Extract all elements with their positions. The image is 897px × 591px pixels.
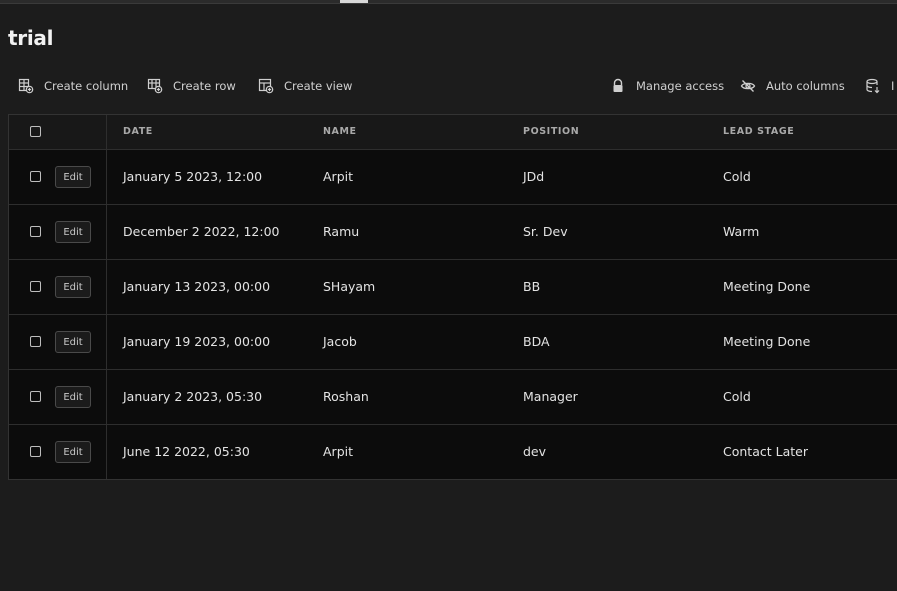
row-checkbox[interactable]	[30, 171, 41, 182]
active-tab-indicator	[340, 0, 368, 3]
edit-row-button[interactable]: Edit	[55, 276, 91, 298]
table-row: Edit January 5 2023, 12:00 Arpit JDd Col…	[9, 150, 897, 205]
cell-lead-stage[interactable]: Cold	[723, 389, 751, 404]
cell-lead-stage[interactable]: Cold	[723, 169, 751, 184]
cell-date[interactable]: December 2 2022, 12:00	[123, 224, 280, 239]
import-label: I	[891, 79, 895, 93]
column-header-name[interactable]: NAME	[323, 126, 357, 137]
auto-columns-button[interactable]: Auto columns	[740, 74, 845, 98]
column-header-position[interactable]: POSITION	[523, 126, 579, 137]
import-icon	[866, 78, 880, 94]
cell-name[interactable]: Arpit	[323, 169, 353, 184]
edit-row-button[interactable]: Edit	[55, 221, 91, 243]
create-row-icon	[147, 78, 163, 94]
create-view-button[interactable]: Create view	[258, 74, 352, 98]
top-bar	[0, 0, 897, 4]
row-checkbox[interactable]	[30, 226, 41, 237]
edit-row-button[interactable]: Edit	[55, 166, 91, 188]
row-checkbox[interactable]	[30, 281, 41, 292]
import-button[interactable]: I	[865, 74, 894, 98]
edit-row-button[interactable]: Edit	[55, 331, 91, 353]
cell-date[interactable]: June 12 2022, 05:30	[123, 444, 250, 459]
cell-name[interactable]: Roshan	[323, 389, 369, 404]
edit-row-button[interactable]: Edit	[55, 386, 91, 408]
cell-position[interactable]: dev	[523, 444, 546, 459]
cell-lead-stage[interactable]: Meeting Done	[723, 279, 810, 294]
toolbar: Create column Create row Create view Man…	[0, 74, 897, 98]
cell-name[interactable]: SHayam	[323, 279, 375, 294]
create-column-icon	[18, 78, 34, 94]
create-row-button[interactable]: Create row	[147, 74, 236, 98]
auto-columns-label: Auto columns	[766, 79, 845, 93]
cell-lead-stage[interactable]: Contact Later	[723, 444, 808, 459]
create-view-label: Create view	[284, 79, 353, 93]
table-header: DATE NAME POSITION LEAD STAGE	[9, 115, 897, 150]
create-column-label: Create column	[44, 79, 129, 93]
cell-date[interactable]: January 5 2023, 12:00	[123, 169, 262, 184]
cell-position[interactable]: Manager	[523, 389, 578, 404]
table-row: Edit January 19 2023, 00:00 Jacob BDA Me…	[9, 315, 897, 370]
table-row: Edit January 2 2023, 05:30 Roshan Manage…	[9, 370, 897, 425]
cell-date[interactable]: January 13 2023, 00:00	[123, 279, 270, 294]
lock-icon	[613, 78, 623, 92]
row-checkbox[interactable]	[30, 391, 41, 402]
create-column-button[interactable]: Create column	[18, 74, 128, 98]
select-all-checkbox[interactable]	[30, 126, 41, 137]
cell-date[interactable]: January 19 2023, 00:00	[123, 334, 270, 349]
column-header-lead-stage[interactable]: LEAD STAGE	[723, 126, 794, 137]
column-divider	[106, 115, 107, 479]
manage-access-label: Manage access	[636, 79, 725, 93]
edit-row-button[interactable]: Edit	[55, 441, 91, 463]
cell-date[interactable]: January 2 2023, 05:30	[123, 389, 262, 404]
row-checkbox[interactable]	[30, 446, 41, 457]
cell-lead-stage[interactable]: Meeting Done	[723, 334, 810, 349]
cell-position[interactable]: BB	[523, 279, 540, 294]
eye-off-icon	[740, 80, 756, 92]
row-checkbox[interactable]	[30, 336, 41, 347]
cell-name[interactable]: Ramu	[323, 224, 359, 239]
cell-name[interactable]: Jacob	[323, 334, 357, 349]
page-title: trial	[8, 26, 54, 50]
cell-position[interactable]: BDA	[523, 334, 550, 349]
table-row: Edit January 13 2023, 00:00 SHayam BB Me…	[9, 260, 897, 315]
data-grid: DATE NAME POSITION LEAD STAGE Edit Janua…	[8, 114, 897, 480]
cell-lead-stage[interactable]: Warm	[723, 224, 759, 239]
table-row: Edit June 12 2022, 05:30 Arpit dev Conta…	[9, 425, 897, 479]
cell-name[interactable]: Arpit	[323, 444, 353, 459]
create-view-icon	[258, 78, 274, 94]
column-header-date[interactable]: DATE	[123, 126, 153, 137]
cell-position[interactable]: JDd	[523, 169, 544, 184]
table-row: Edit December 2 2022, 12:00 Ramu Sr. Dev…	[9, 205, 897, 260]
create-row-label: Create row	[173, 79, 236, 93]
cell-position[interactable]: Sr. Dev	[523, 224, 568, 239]
manage-access-button[interactable]: Manage access	[610, 74, 724, 98]
